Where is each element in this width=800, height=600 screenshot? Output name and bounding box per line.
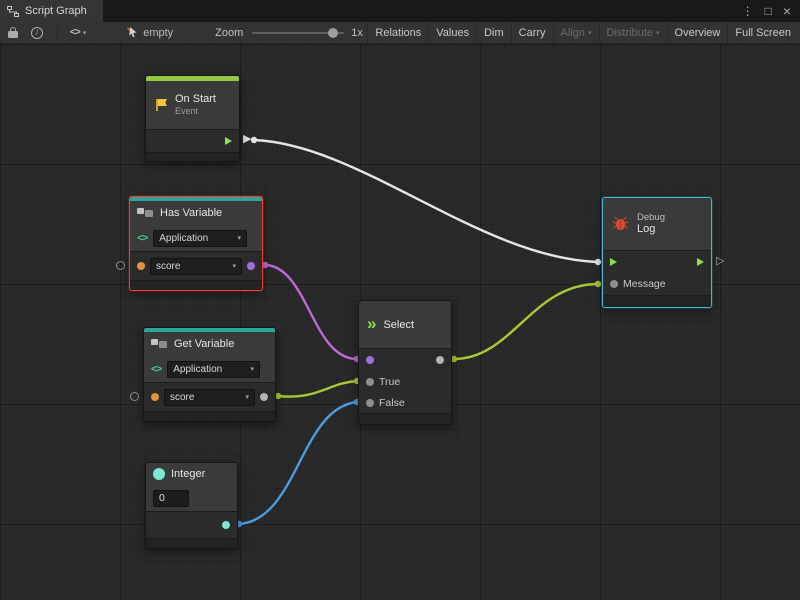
code-units-icon[interactable]: <>	[70, 27, 80, 38]
node-has-variable[interactable]: Has Variable <> Application ▾ score ▾	[129, 196, 263, 291]
node-integer[interactable]: Integer	[145, 462, 238, 549]
full-screen-button[interactable]: Full Screen	[727, 22, 798, 43]
true-input-port[interactable]	[366, 378, 374, 386]
code-icon: <>	[151, 363, 161, 375]
toolbar-separator	[57, 26, 58, 40]
node-title: Get Variable	[174, 338, 234, 350]
node-title: Log	[637, 223, 665, 236]
variable-scope-dropdown[interactable]: Application ▾	[153, 230, 247, 247]
node-title: Select	[383, 319, 414, 331]
chevron-down-icon: ▾	[588, 29, 592, 37]
selection-cursor-icon	[126, 26, 139, 39]
values-button[interactable]: Values	[428, 22, 476, 43]
variable-name-dropdown[interactable]: score ▾	[164, 389, 255, 406]
code-icon: <>	[137, 232, 147, 244]
lock-icon[interactable]	[8, 27, 18, 38]
overview-button[interactable]: Overview	[667, 22, 728, 43]
variable-name-value: score	[156, 261, 180, 272]
node-title: On Start	[175, 93, 216, 106]
script-graph-icon	[7, 6, 19, 17]
distribute-button[interactable]: Distribute▾	[599, 22, 667, 43]
zoom-slider[interactable]	[252, 27, 344, 39]
unconnected-input-ring[interactable]	[116, 261, 125, 270]
maximize-icon[interactable]: □	[765, 5, 772, 17]
flow-output-port[interactable]	[225, 137, 232, 145]
chevron-down-icon: ▾	[250, 366, 254, 373]
tab-script-graph[interactable]: Script Graph	[0, 0, 103, 22]
title-bar: Script Graph ⋮ □ ×	[0, 0, 800, 22]
relations-button[interactable]: Relations	[367, 22, 428, 43]
event-flag-icon	[154, 98, 168, 112]
true-port-label: True	[379, 376, 400, 388]
zoom-value: 1x	[351, 27, 363, 39]
window-menu-icon[interactable]: ⋮	[742, 5, 754, 17]
flow-output-port[interactable]	[697, 258, 704, 266]
node-debug-log[interactable]: Debug Log Message	[602, 197, 712, 308]
boolean-output-port[interactable]	[247, 262, 255, 270]
flow-in-marker[interactable]: ▷	[716, 256, 724, 267]
wire-on-start-to-log[interactable]	[254, 140, 598, 262]
select-chevrons-icon: »	[367, 315, 376, 332]
variable-name-input-port[interactable]	[151, 393, 159, 401]
selection-status: empty	[143, 27, 173, 39]
chevron-down-icon: ▾	[656, 29, 660, 37]
chevron-down-icon: ▾	[245, 394, 249, 401]
flow-input-port[interactable]	[610, 258, 617, 266]
variable-name-value: score	[170, 392, 194, 403]
wire-has-variable-to-select[interactable]	[265, 265, 357, 359]
toolbar-buttons: Relations Values Dim Carry Align▾ Distri…	[367, 22, 800, 43]
integer-circle-icon	[153, 468, 165, 480]
dim-button[interactable]: Dim	[476, 22, 511, 43]
variable-icon	[137, 207, 154, 220]
zoom-label: Zoom	[215, 27, 243, 39]
unconnected-input-ring[interactable]	[130, 392, 139, 401]
variable-scope-dropdown[interactable]: Application ▾	[167, 361, 260, 378]
variable-name-dropdown[interactable]: score ▾	[150, 258, 242, 275]
flow-out-marker[interactable]: ▶	[243, 134, 251, 145]
variable-icon	[151, 338, 168, 351]
chevron-down-icon: ▾	[83, 29, 87, 37]
node-subtitle: Event	[175, 106, 216, 117]
script-graph-window: Script Graph ⋮ □ × i <> ▾ empty Zoom 1x …	[0, 0, 800, 600]
node-category: Debug	[637, 212, 665, 223]
graph-canvas[interactable]: ▶ ▷ On Start Event	[0, 44, 800, 600]
bug-icon	[611, 216, 630, 232]
node-get-variable[interactable]: Get Variable <> Application ▾ score ▾	[143, 327, 276, 422]
scope-value: Application	[159, 233, 208, 244]
node-title: Has Variable	[160, 207, 222, 219]
node-title: Integer	[171, 468, 205, 480]
variable-name-input-port[interactable]	[137, 262, 145, 270]
close-icon[interactable]: ×	[783, 4, 791, 18]
node-on-start[interactable]: On Start Event	[145, 75, 240, 162]
integer-output-port[interactable]	[222, 521, 230, 529]
align-button[interactable]: Align▾	[553, 22, 599, 43]
window-controls: ⋮ □ ×	[742, 0, 800, 22]
result-output-port[interactable]	[436, 356, 444, 364]
carry-button[interactable]: Carry	[511, 22, 553, 43]
info-icon[interactable]: i	[31, 27, 43, 39]
chevron-down-icon: ▾	[237, 235, 241, 242]
graph-toolbar: i <> ▾ empty Zoom 1x Relations Values Di…	[0, 22, 800, 44]
message-port-label: Message	[623, 278, 666, 290]
chevron-down-icon: ▾	[232, 263, 236, 270]
wire-get-variable-to-select-true[interactable]	[278, 381, 357, 397]
message-input-port[interactable]	[610, 280, 618, 288]
node-select[interactable]: » Select True False	[358, 300, 452, 425]
condition-input-port[interactable]	[366, 356, 374, 364]
integer-value-input[interactable]	[153, 490, 189, 507]
wire-select-to-log-message[interactable]	[454, 284, 598, 359]
scope-value: Application	[173, 364, 222, 375]
false-port-label: False	[379, 397, 405, 409]
false-input-port[interactable]	[366, 399, 374, 407]
tab-title: Script Graph	[25, 5, 87, 17]
value-output-port[interactable]	[260, 393, 268, 401]
zoom-slider-knob[interactable]	[328, 28, 338, 38]
